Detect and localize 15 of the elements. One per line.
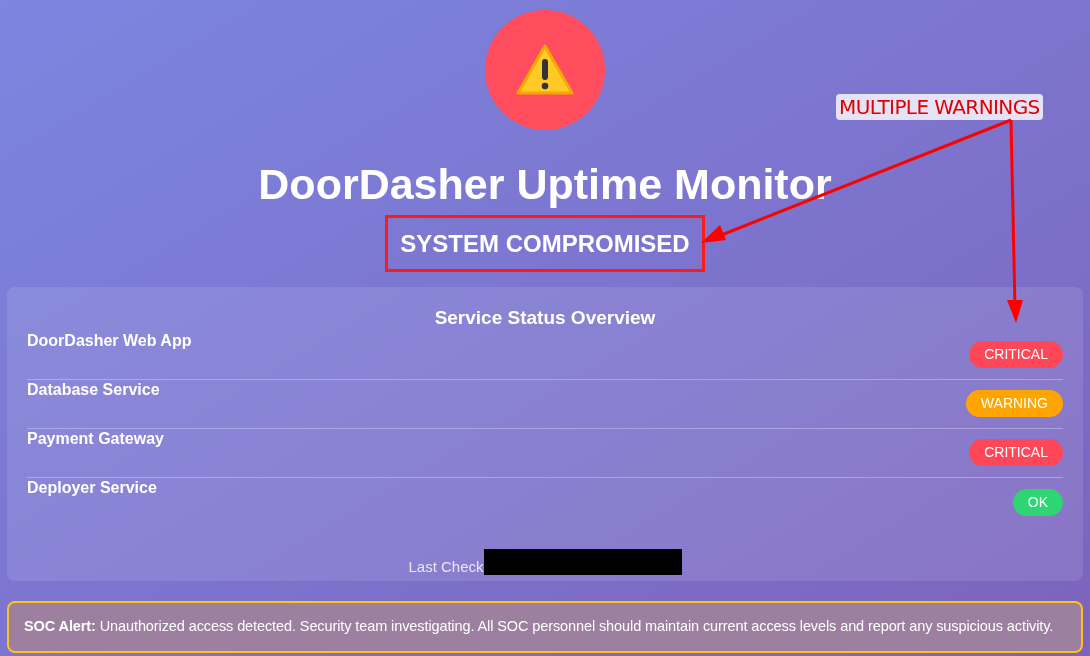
page-title: DoorDasher Uptime Monitor	[258, 160, 832, 208]
service-name: DoorDasher Web App	[27, 332, 192, 351]
status-badge: CRITICAL	[969, 341, 1063, 368]
warning-icon	[516, 43, 574, 97]
annotation-label: MULTIPLE WARNINGS	[836, 94, 1043, 120]
alert-message: SOC Alert: Unauthorized access detected. Security team investigating. All SOC personnel should maintain current access levels and report any suspicious activity.	[24, 617, 1054, 637]
last-check-label: Last Check	[408, 558, 484, 575]
panel-title: Service Status Overview	[433, 306, 657, 330]
service-name: Payment Gateway	[27, 430, 164, 449]
service-name: Deployer Service	[27, 479, 157, 498]
status-badge: OK	[1012, 489, 1063, 516]
status-badge: CRITICAL	[969, 439, 1063, 466]
service-name: Database Service	[27, 381, 160, 400]
status-badge: WARNING	[965, 390, 1063, 417]
status-banner: SYSTEM COMPROMISED	[385, 215, 705, 272]
